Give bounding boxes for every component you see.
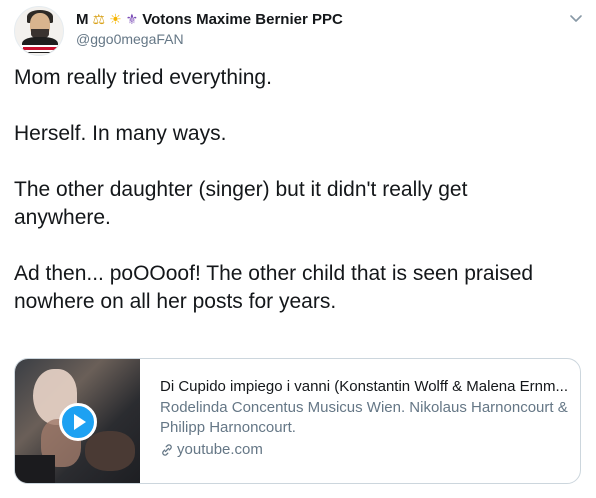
tweet-paragraph: Mom really tried everything. [14, 66, 272, 89]
fleur-de-lis-emoji: ⚜ [125, 11, 139, 27]
sun-emoji: ☀ [109, 11, 122, 27]
card-title: Di Cupido impiego i vanni (Konstantin Wo… [160, 378, 568, 395]
author-name-row[interactable]: M ⚖ ☀ ⚜ Votons Maxime Bernier PPC [76, 9, 343, 29]
chevron-down-icon[interactable] [568, 10, 584, 26]
tweet-paragraph: Herself. In many ways. [14, 122, 227, 145]
user-handle[interactable]: @ggo0megaFAN [76, 31, 184, 47]
tweet-paragraph: The other daughter (singer) but it didn'… [14, 178, 468, 229]
display-name[interactable]: M [76, 11, 89, 28]
card-domain-text: youtube.com [177, 441, 263, 458]
scales-emoji: ⚖ [92, 11, 106, 27]
play-icon[interactable] [59, 403, 97, 441]
link-card[interactable]: Di Cupido impiego i vanni (Konstantin Wo… [14, 358, 581, 484]
avatar[interactable] [14, 6, 64, 56]
tweet-text: Mom really tried everything. Herself. In… [14, 64, 584, 316]
card-domain: youtube.com [160, 440, 568, 460]
card-body[interactable]: Di Cupido impiego i vanni (Konstantin Wo… [140, 359, 580, 483]
card-description: Rodelinda Concentus Musicus Wien. Nikola… [160, 399, 568, 436]
tweet-paragraph: Ad then... poOOoof! The other child that… [14, 262, 534, 313]
video-thumbnail[interactable] [15, 359, 141, 483]
display-name-suffix[interactable]: Votons Maxime Bernier PPC [142, 11, 343, 28]
link-icon [160, 443, 174, 457]
